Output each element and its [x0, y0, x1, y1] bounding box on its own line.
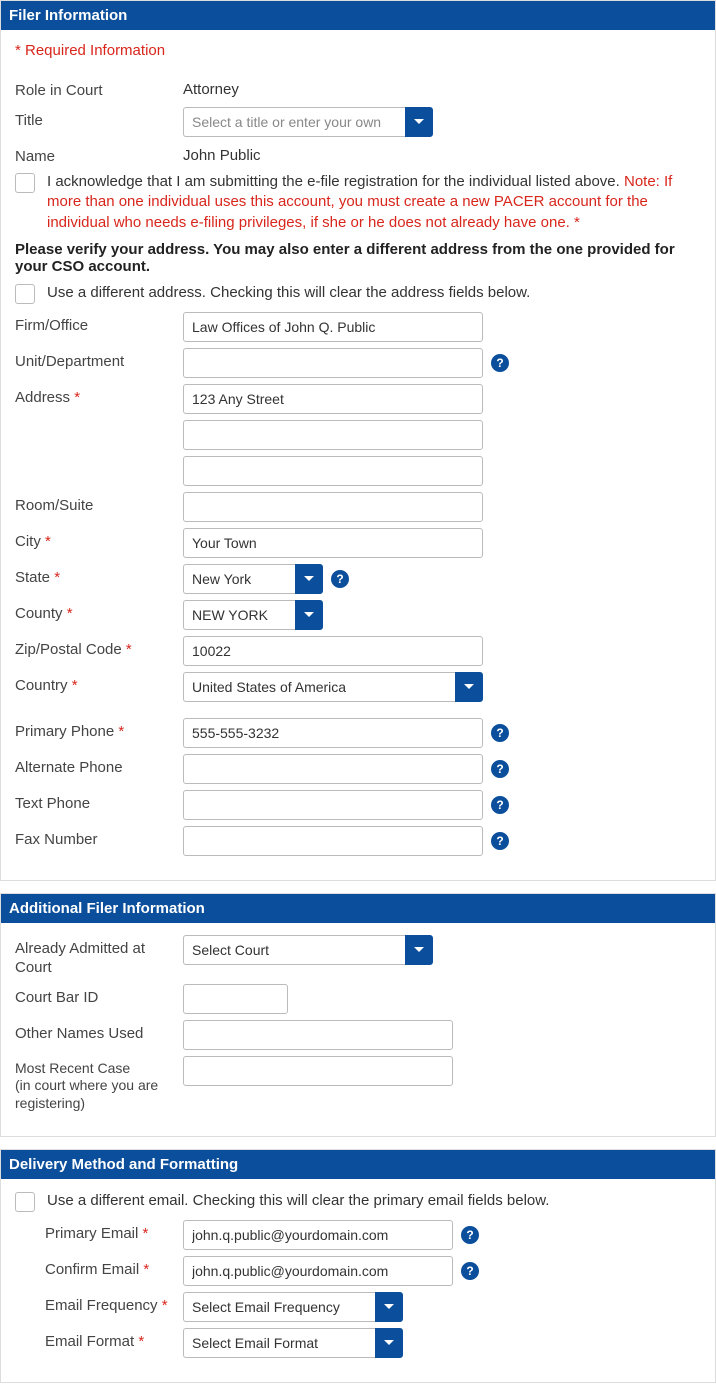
city-input[interactable]: [183, 528, 483, 558]
bar-id-input[interactable]: [183, 984, 288, 1014]
email-format-value: Select Email Format: [183, 1328, 375, 1358]
different-address-text: Use a different address. Checking this w…: [47, 283, 701, 303]
county-label: County *: [15, 600, 175, 624]
confirm-email-input[interactable]: [183, 1256, 453, 1286]
delivery-method-panel: Delivery Method and Formatting Use a dif…: [0, 1149, 716, 1383]
city-label: City *: [15, 528, 175, 552]
address2-input[interactable]: [183, 420, 483, 450]
name-value: John Public: [183, 143, 701, 164]
acknowledge-checkbox[interactable]: [15, 173, 35, 193]
unit-input[interactable]: [183, 348, 483, 378]
title-label: Title: [15, 107, 175, 131]
help-icon[interactable]: ?: [491, 796, 509, 814]
address1-input[interactable]: [183, 384, 483, 414]
alt-phone-label: Alternate Phone: [15, 754, 175, 778]
help-icon[interactable]: ?: [461, 1226, 479, 1244]
country-select[interactable]: United States of America: [183, 672, 483, 702]
room-label: Room/Suite: [15, 492, 175, 516]
address3-input[interactable]: [183, 456, 483, 486]
chevron-down-icon[interactable]: [375, 1292, 403, 1322]
help-icon[interactable]: ?: [461, 1262, 479, 1280]
fax-label: Fax Number: [15, 826, 175, 850]
chevron-down-icon[interactable]: [295, 600, 323, 630]
help-icon[interactable]: ?: [491, 724, 509, 742]
additional-filer-panel: Additional Filer Information Already Adm…: [0, 893, 716, 1138]
filer-information-panel: Filer Information * Required Information…: [0, 0, 716, 881]
country-select-value: United States of America: [183, 672, 455, 702]
different-email-text: Use a different email. Checking this wil…: [47, 1191, 701, 1211]
state-select[interactable]: New York: [183, 564, 323, 594]
chevron-down-icon[interactable]: [455, 672, 483, 702]
room-input[interactable]: [183, 492, 483, 522]
recent-case-input[interactable]: [183, 1056, 453, 1086]
text-phone-label: Text Phone: [15, 790, 175, 814]
admitted-label: Already Admitted at Court: [15, 935, 175, 978]
email-frequency-select[interactable]: Select Email Frequency: [183, 1292, 403, 1322]
primary-email-label: Primary Email *: [45, 1220, 175, 1244]
email-freq-label: Email Frequency *: [45, 1292, 175, 1316]
chevron-down-icon[interactable]: [295, 564, 323, 594]
different-address-checkbox[interactable]: [15, 284, 35, 304]
chevron-down-icon[interactable]: [375, 1328, 403, 1358]
other-names-label: Other Names Used: [15, 1020, 175, 1044]
unit-label: Unit/Department: [15, 348, 175, 372]
verify-address-note: Please verify your address. You may also…: [15, 241, 701, 275]
state-select-value: New York: [183, 564, 295, 594]
admitted-court-value: Select Court: [183, 935, 405, 965]
zip-input[interactable]: [183, 636, 483, 666]
state-label: State *: [15, 564, 175, 588]
fax-input[interactable]: [183, 826, 483, 856]
required-info-note: * Required Information: [15, 42, 701, 59]
acknowledge-text: I acknowledge that I am submitting the e…: [47, 172, 701, 233]
alt-phone-input[interactable]: [183, 754, 483, 784]
primary-email-input[interactable]: [183, 1220, 453, 1250]
email-format-label: Email Format *: [45, 1328, 175, 1352]
help-icon[interactable]: ?: [331, 570, 349, 588]
name-label: Name: [15, 143, 175, 167]
primary-phone-input[interactable]: [183, 718, 483, 748]
firm-label: Firm/Office: [15, 312, 175, 336]
title-select-value: Select a title or enter your own: [183, 107, 405, 137]
address-label: Address *: [15, 384, 175, 408]
firm-input[interactable]: [183, 312, 483, 342]
country-label: Country *: [15, 672, 175, 696]
chevron-down-icon[interactable]: [405, 107, 433, 137]
additional-filer-header: Additional Filer Information: [1, 894, 715, 923]
zip-label: Zip/Postal Code *: [15, 636, 175, 660]
delivery-method-header: Delivery Method and Formatting: [1, 1150, 715, 1179]
filer-info-header: Filer Information: [1, 1, 715, 30]
bar-id-label: Court Bar ID: [15, 984, 175, 1008]
help-icon[interactable]: ?: [491, 760, 509, 778]
help-icon[interactable]: ?: [491, 354, 509, 372]
chevron-down-icon[interactable]: [405, 935, 433, 965]
other-names-input[interactable]: [183, 1020, 453, 1050]
admitted-court-select[interactable]: Select Court: [183, 935, 433, 965]
county-select[interactable]: NEW YORK: [183, 600, 323, 630]
role-value: Attorney: [183, 77, 701, 98]
different-email-checkbox[interactable]: [15, 1192, 35, 1212]
primary-phone-label: Primary Phone *: [15, 718, 175, 742]
help-icon[interactable]: ?: [491, 832, 509, 850]
role-label: Role in Court: [15, 77, 175, 101]
email-frequency-value: Select Email Frequency: [183, 1292, 375, 1322]
email-format-select[interactable]: Select Email Format: [183, 1328, 403, 1358]
recent-case-label: Most Recent Case (in court where you are…: [15, 1056, 175, 1113]
county-select-value: NEW YORK: [183, 600, 295, 630]
confirm-email-label: Confirm Email *: [45, 1256, 175, 1280]
text-phone-input[interactable]: [183, 790, 483, 820]
title-select[interactable]: Select a title or enter your own: [183, 107, 433, 137]
